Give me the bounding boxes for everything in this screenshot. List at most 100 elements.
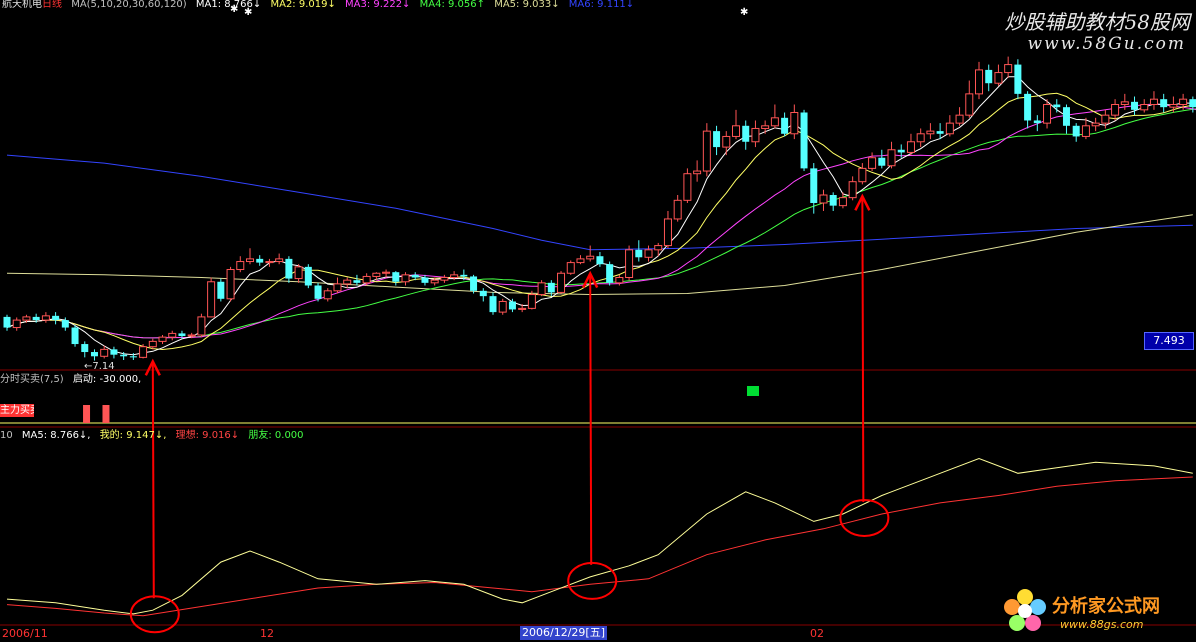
candle-up	[693, 170, 702, 175]
candle-up	[518, 307, 527, 310]
logo-url: www.88gs.com	[1060, 618, 1144, 631]
candle-up	[975, 69, 983, 95]
candle-up	[1140, 104, 1149, 111]
candle-up	[1091, 122, 1100, 127]
candle-up	[887, 149, 896, 167]
candle-up	[207, 281, 216, 318]
candle-down	[71, 327, 79, 345]
candle-up	[22, 316, 31, 321]
candle-down	[285, 258, 293, 279]
candle-up	[1179, 98, 1188, 106]
candle-up	[168, 332, 177, 338]
candle-up	[868, 157, 877, 169]
candle-down	[392, 272, 400, 282]
xaxis-cursor-date[interactable]: 2006/12/29[五]	[520, 626, 607, 640]
candle-up	[683, 173, 692, 201]
candle-down	[460, 274, 468, 277]
candle-up	[1043, 104, 1052, 124]
signal-bar	[83, 405, 91, 423]
candle-down	[421, 277, 429, 283]
ma3-value: MA3: 9.222↓	[345, 0, 411, 10]
candle-down	[110, 349, 118, 355]
candle-up	[372, 272, 381, 277]
candle-down	[508, 301, 516, 310]
ma1-value: MA1: 8.766↓	[195, 0, 262, 10]
candle-down	[1033, 120, 1041, 124]
stock-name[interactable]: 航天机电	[2, 0, 42, 10]
candle-up	[557, 272, 566, 293]
ma2-value: MA2: 9.019↓	[270, 0, 336, 10]
candle-up	[382, 271, 391, 274]
candle-down	[304, 266, 312, 286]
candle-down	[878, 157, 886, 166]
ma120-line	[6, 154, 1193, 251]
candle-up	[333, 283, 342, 292]
main-header: 航天机电日线 MA(5,10,20,30,60,120) MA1: 8.766↓…	[2, 0, 640, 11]
candle-up	[226, 269, 235, 300]
candle-down	[547, 282, 555, 293]
candle-up	[955, 114, 964, 124]
candle-down	[90, 352, 98, 357]
indicator2-mine: 我的: 9.147↓,	[99, 430, 167, 441]
candle-down	[606, 264, 614, 283]
candle-down	[1024, 93, 1032, 121]
candle-up	[732, 125, 740, 137]
candle-down	[489, 296, 497, 313]
candle-up	[236, 261, 245, 271]
candle-down	[800, 112, 808, 169]
candle-down	[829, 195, 837, 206]
logo-text: 分析家公式网	[1052, 596, 1160, 617]
candle-down	[810, 168, 818, 203]
candle-up	[1169, 104, 1178, 108]
candle-up	[1149, 98, 1158, 106]
ma6-value: MA6: 9.111↓	[568, 0, 635, 10]
candle-down	[985, 69, 993, 84]
candle-down	[1131, 101, 1139, 110]
candle-up	[615, 277, 624, 284]
candle-up	[566, 262, 575, 274]
period-label[interactable]: 日线	[42, 0, 62, 10]
indicator2-ma5: MA5: 8.766↓,	[21, 430, 91, 441]
candle-up	[246, 258, 254, 263]
candle-down	[217, 281, 225, 299]
candle-up	[401, 274, 410, 283]
xaxis-label-feb: 02	[810, 627, 824, 640]
annotation-arrow-shaft	[861, 198, 865, 503]
indicator2-header: 10 MA5: 8.766↓, 我的: 9.147↓, 理想: 9.016↓ 朋…	[0, 430, 310, 442]
ma5-value: MA5: 9.033↓	[494, 0, 560, 10]
candle-down	[120, 354, 128, 357]
candle-up	[537, 282, 546, 296]
ma-params: MA(5,10,20,30,60,120)	[71, 0, 187, 10]
candle-down	[596, 256, 604, 265]
candle-up	[440, 277, 449, 281]
candle-up	[761, 125, 770, 129]
candle-up	[343, 279, 352, 285]
candle-up	[100, 348, 109, 357]
candle-down	[1053, 104, 1061, 108]
candle-down	[635, 249, 643, 258]
candle-up	[663, 218, 672, 247]
candle-down	[781, 117, 789, 134]
indicator2-prefix: 10	[0, 430, 13, 441]
candle-down	[256, 258, 264, 263]
candle-up	[430, 279, 439, 284]
candle-up	[139, 346, 148, 358]
main-force-tag: 主力买卖	[0, 404, 34, 417]
candle-up	[702, 130, 711, 172]
candle-up	[265, 261, 274, 264]
candle-up	[654, 245, 663, 251]
candle-up	[41, 315, 50, 321]
watermark-url: www.58Gu.com	[1027, 34, 1186, 54]
candle-down	[1062, 107, 1070, 126]
signal-bar	[102, 405, 110, 423]
indicator1-header: 分时买卖(7,5) 启动: -30.000,	[0, 374, 147, 386]
indicator1-title[interactable]: 分时买卖(7,5)	[0, 374, 64, 385]
candle-up	[644, 249, 653, 258]
stock-chart[interactable]: ✱ ✱ ✱	[0, 0, 1196, 642]
candle-up	[1004, 64, 1013, 74]
candle-up	[1101, 114, 1110, 124]
candle-up	[294, 266, 303, 280]
candle-up	[994, 72, 1003, 84]
candle-up	[576, 258, 585, 264]
candle-down	[1014, 64, 1022, 94]
